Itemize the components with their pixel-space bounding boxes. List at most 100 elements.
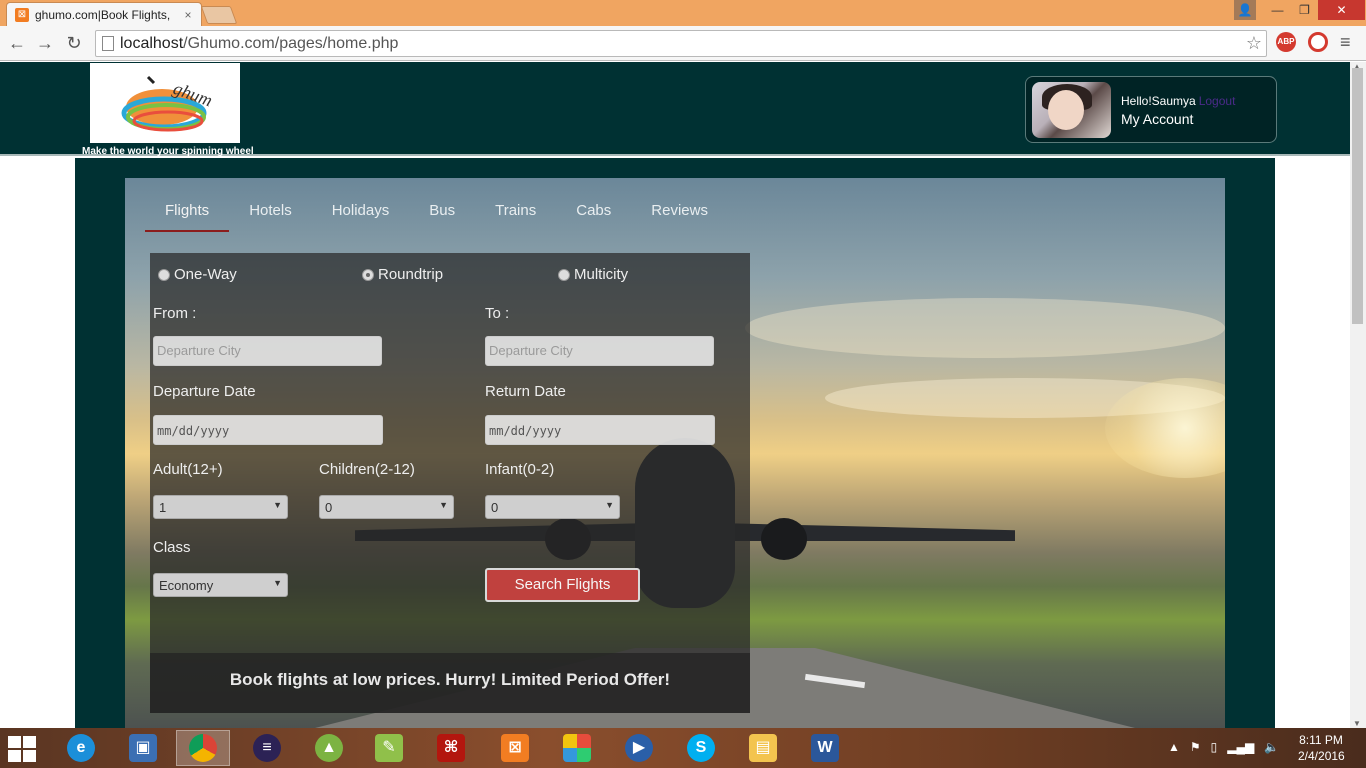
departure-date-input[interactable]: mm/dd/yyyy	[153, 415, 383, 445]
action-center-flag-icon[interactable]: ⚑	[1190, 740, 1201, 754]
return-date-input[interactable]: mm/dd/yyyy	[485, 415, 715, 445]
reload-icon[interactable]: ↻	[63, 32, 85, 54]
url-host: localhost	[120, 35, 184, 52]
forward-arrow-icon[interactable]: →	[34, 32, 56, 54]
tab-bus[interactable]: Bus	[409, 196, 475, 232]
class-label: Class	[153, 539, 191, 556]
tab-flights[interactable]: Flights	[145, 196, 230, 232]
cloud	[745, 298, 1225, 358]
media-player-icon[interactable]: ▶	[612, 730, 666, 766]
android-studio-icon[interactable]: ▲	[302, 730, 356, 766]
trip-roundtrip-option[interactable]: Roundtrip	[362, 266, 443, 283]
adult-label: Adult(12+)	[153, 461, 223, 478]
user-avatar[interactable]	[1032, 82, 1111, 138]
file-explorer-icon[interactable]: ▤	[736, 730, 790, 766]
clock-time: 8:11 PM	[1299, 733, 1343, 747]
scroll-thumb[interactable]	[1352, 68, 1363, 324]
scroll-down-arrow-icon[interactable]: ▼	[1353, 719, 1361, 728]
xampp-icon[interactable]: ⊠	[488, 730, 542, 766]
one-way-radio[interactable]	[158, 268, 170, 281]
search-flights-button[interactable]: Search Flights	[485, 568, 640, 602]
word-icon[interactable]: W	[798, 730, 852, 766]
adblock-plus-icon[interactable]: ABP	[1276, 32, 1296, 52]
tab-trains[interactable]: Trains	[475, 196, 556, 232]
acrobat-reader-icon[interactable]: ⌘	[424, 730, 478, 766]
windows-taskbar: e ▣ ≡ ▲ ✎ ⌘ ⊠ ▶ S ▤ W ▲ ⚑ ▯ ▂▄▆ 🔈 8:11 P…	[0, 728, 1366, 768]
ghumo-logo[interactable]: ghum	[90, 63, 240, 143]
infant-select[interactable]: 0 ▼	[485, 495, 620, 519]
url-path: /Ghumo.com/pages/home.php	[183, 35, 399, 52]
children-label: Children(2-12)	[319, 461, 415, 478]
skype-icon[interactable]: S	[674, 730, 728, 766]
children-select[interactable]: 0 ▼	[319, 495, 454, 519]
back-arrow-icon[interactable]: ←	[6, 32, 28, 54]
airplane-engine	[761, 518, 807, 560]
opera-extension-icon[interactable]	[1308, 32, 1328, 52]
volume-icon[interactable]: 🔈	[1264, 740, 1279, 754]
office-icon[interactable]	[550, 730, 604, 766]
multicity-radio[interactable]	[558, 268, 570, 281]
trip-one-way-option[interactable]: One-Way	[158, 266, 237, 283]
network-signal-icon[interactable]: ▂▄▆	[1227, 740, 1254, 754]
windows-start-icon[interactable]	[8, 736, 38, 762]
tab-hotels[interactable]: Hotels	[229, 196, 312, 232]
hello-user: Hello!Saumya	[1121, 94, 1196, 108]
notepad-plus-plus-icon[interactable]: ✎	[362, 730, 416, 766]
trip-multicity-option[interactable]: Multicity	[558, 266, 628, 283]
restore-button[interactable]: ❐	[1291, 0, 1318, 20]
minimize-button[interactable]: —	[1264, 0, 1291, 20]
my-account-link[interactable]: My Account	[1121, 111, 1193, 127]
return-date-label: Return Date	[485, 383, 566, 400]
offer-banner: Book flights at low prices. Hurry! Limit…	[150, 653, 750, 713]
tab-cabs[interactable]: Cabs	[556, 196, 631, 232]
from-city-input[interactable]: Departure City	[153, 336, 382, 366]
account-panel: Hello!Saumya Logout My Account	[1025, 76, 1277, 143]
dropdown-arrow-icon: ▼	[605, 500, 614, 510]
to-city-input[interactable]: Departure City	[485, 336, 714, 366]
tray-overflow-icon[interactable]: ▲	[1168, 740, 1180, 754]
page-icon	[102, 36, 114, 51]
booking-tabs: Flights Hotels Holidays Bus Trains Cabs …	[145, 196, 728, 232]
chrome-menu-icon[interactable]: ≡	[1340, 32, 1351, 53]
page-scrollbar[interactable]: ▲ ▼	[1350, 62, 1366, 728]
page-viewport: ghum Make the world your spinning wheel …	[0, 62, 1350, 728]
class-select[interactable]: Economy ▼	[153, 573, 288, 597]
infant-select-value: 0	[491, 500, 499, 515]
from-label: From :	[153, 305, 197, 322]
roundtrip-radio[interactable]	[362, 268, 374, 281]
computer-icon[interactable]: ▣	[116, 730, 170, 766]
tab-close-icon[interactable]: ×	[181, 8, 195, 22]
site-header: ghum Make the world your spinning wheel …	[0, 62, 1350, 157]
adult-select-value: 1	[159, 500, 167, 515]
to-label: To :	[485, 305, 510, 322]
internet-explorer-icon[interactable]: e	[54, 730, 108, 766]
tab-reviews[interactable]: Reviews	[631, 196, 728, 232]
system-clock[interactable]: 8:11 PM 2/4/2016	[1298, 732, 1345, 764]
ghumo-logo-graphic: ghum	[121, 75, 215, 132]
tab-holidays[interactable]: Holidays	[312, 196, 410, 232]
address-bar[interactable]: localhost/Ghumo.com/pages/home.php ☆	[95, 30, 1267, 57]
logout-link[interactable]: Logout	[1199, 94, 1236, 108]
class-select-value: Economy	[159, 578, 214, 593]
close-window-button[interactable]: ✕	[1318, 0, 1365, 20]
eclipse-icon[interactable]: ≡	[240, 730, 294, 766]
power-icon[interactable]: ▯	[1211, 740, 1218, 754]
departure-date-label: Departure Date	[153, 383, 256, 400]
browser-toolbar: ← → ↻ localhost/Ghumo.com/pages/home.php…	[0, 26, 1366, 61]
page-body: Flights Hotels Holidays Bus Trains Cabs …	[75, 158, 1275, 728]
infant-label: Infant(0-2)	[485, 461, 555, 478]
greeting: Hello!Saumya Logout	[1121, 94, 1235, 108]
dropdown-arrow-icon: ▼	[273, 500, 282, 510]
tab-title: ghumo.com|Book Flights,	[35, 7, 171, 22]
avatar-face	[1048, 90, 1084, 130]
user-profile-icon[interactable]: 👤	[1234, 0, 1256, 20]
browser-titlebar: ⊠ ghumo.com|Book Flights, × 👤 — ❐ ✕	[0, 0, 1366, 26]
multicity-label: Multicity	[574, 266, 629, 283]
flight-search-form: One-Way Roundtrip Multicity From : To : …	[150, 253, 750, 713]
adult-select[interactable]: 1 ▼	[153, 495, 288, 519]
one-way-label: One-Way	[174, 266, 237, 283]
new-tab-button[interactable]	[200, 6, 238, 24]
browser-tab-active[interactable]: ⊠ ghumo.com|Book Flights, ×	[6, 2, 202, 26]
bookmark-star-icon[interactable]: ☆	[1246, 31, 1262, 56]
chrome-icon[interactable]	[176, 730, 230, 766]
